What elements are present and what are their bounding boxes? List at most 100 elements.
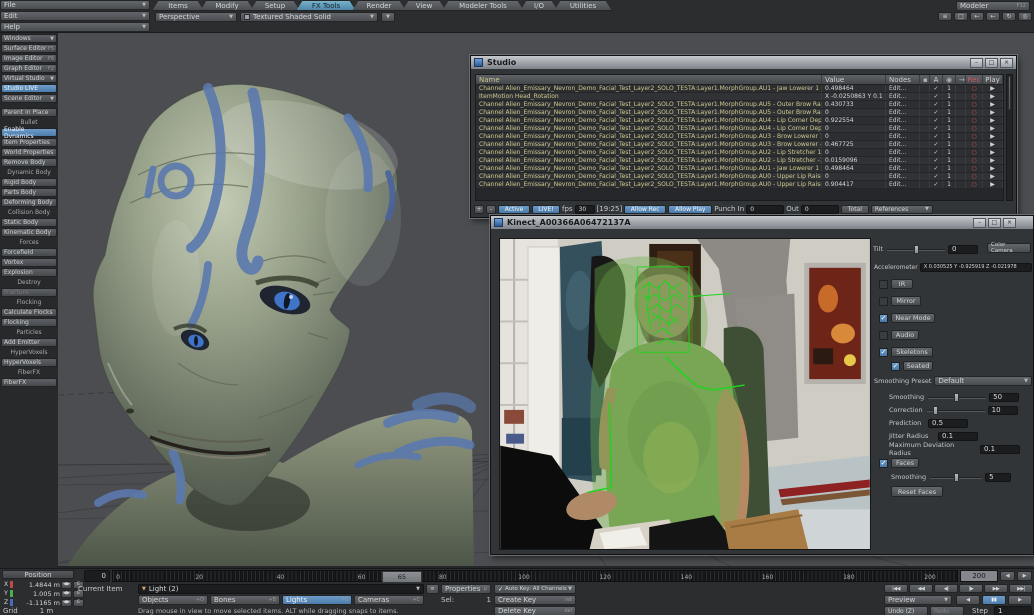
- sidebar-item-fiberfx[interactable]: FiberFX: [1, 378, 57, 387]
- play-toggle-icon[interactable]: ▶: [983, 165, 1003, 172]
- select-cameras-button[interactable]: Cameras+C: [354, 595, 424, 605]
- record-toggle-icon[interactable]: ○: [966, 85, 983, 92]
- tab-render[interactable]: Render: [352, 0, 406, 11]
- audio-checkbox[interactable]: [879, 331, 888, 340]
- goto-cell[interactable]: [956, 173, 966, 180]
- count-cell[interactable]: 1: [943, 181, 956, 188]
- tab-view[interactable]: View: [402, 0, 446, 11]
- goto-cell[interactable]: [956, 181, 966, 188]
- smoothing-value[interactable]: 50: [989, 393, 1019, 402]
- near-mode-toggle[interactable]: Near Mode: [891, 313, 935, 323]
- play-toggle-icon[interactable]: ▶: [983, 101, 1003, 108]
- channel-row[interactable]: Channel Alien_Emissary_Nevron_Demo_Facia…: [476, 117, 1003, 125]
- active-check-icon[interactable]: ✓: [930, 109, 943, 116]
- redo-arrow-icon[interactable]: ←: [986, 12, 1000, 21]
- channel-value[interactable]: 0: [822, 173, 886, 180]
- channel-value[interactable]: 0.430733: [822, 101, 886, 108]
- tilt-value[interactable]: 0: [948, 245, 978, 254]
- sidebar-item-image-editor[interactable]: Image EditorF6: [1, 54, 57, 63]
- count-cell[interactable]: 1: [943, 157, 956, 164]
- transport-button-5[interactable]: ▶▶|: [1009, 584, 1033, 593]
- count-cell[interactable]: 1: [943, 173, 956, 180]
- allow-play-toggle[interactable]: Allow Play: [668, 205, 712, 214]
- magnify-icon[interactable]: ◎: [1018, 12, 1032, 21]
- channel-row[interactable]: ItemMotion Head_RotationX -0.0250863 Y 0…: [476, 93, 1003, 101]
- scrollbar-thumb[interactable]: [1008, 76, 1011, 110]
- sidebar-item-calculate-flocks[interactable]: Calculate Flocks: [1, 308, 57, 317]
- axis-value[interactable]: 1.005 m: [14, 590, 60, 598]
- record-toggle-icon[interactable]: ○: [966, 133, 983, 140]
- channel-value[interactable]: 0: [822, 125, 886, 132]
- skeletons-toggle[interactable]: Skeletons: [891, 347, 933, 357]
- ir-checkbox[interactable]: [879, 280, 888, 289]
- sidebar-item-forcefield[interactable]: Forcefield: [1, 248, 57, 257]
- channel-value[interactable]: 0: [822, 149, 886, 156]
- axis-spinner[interactable]: ◀▶: [61, 599, 72, 607]
- sidebar-item-vortex[interactable]: Vortex: [1, 258, 57, 267]
- record-toggle-icon[interactable]: ○: [966, 165, 983, 172]
- smoothing-slider[interactable]: [928, 393, 986, 402]
- view-mode-dropdown[interactable]: Perspective▼: [155, 12, 237, 22]
- edit-menu[interactable]: Edit▼: [0, 11, 150, 21]
- play-toggle-icon[interactable]: ▶: [983, 85, 1003, 92]
- current-item-dropdown[interactable]: ▼ Light (2) ▼: [138, 584, 424, 594]
- channel-value[interactable]: 0.498464: [822, 165, 886, 172]
- sidebar-item-item-properties[interactable]: Item Properties: [1, 138, 57, 147]
- count-cell[interactable]: 1: [943, 109, 956, 116]
- column-header-value[interactable]: Value: [822, 75, 886, 84]
- pause-button[interactable]: ▮▮: [982, 595, 1006, 605]
- modeler-button[interactable]: Modeler F12: [956, 1, 1030, 11]
- help-menu[interactable]: Help▼: [0, 22, 150, 32]
- slider-handle[interactable]: [933, 406, 938, 415]
- record-toggle-icon[interactable]: ○: [966, 93, 983, 100]
- studio-titlebar[interactable]: Studio – □ ×: [471, 56, 1016, 69]
- count-cell[interactable]: 1: [943, 117, 956, 124]
- lock-cell[interactable]: [920, 93, 930, 100]
- position-mode-button[interactable]: Position: [2, 570, 74, 579]
- goto-cell[interactable]: [956, 157, 966, 164]
- count-cell[interactable]: 1: [943, 165, 956, 172]
- channel-row[interactable]: Channel Alien_Emissary_Nevron_Demo_Facia…: [476, 133, 1003, 141]
- undo-arrow-icon[interactable]: ←: [970, 12, 984, 21]
- tab-modeler-tools[interactable]: Modeler Tools: [442, 0, 524, 11]
- play-toggle-icon[interactable]: ▶: [983, 181, 1003, 188]
- nodes-edit-button[interactable]: Edit...: [886, 133, 920, 140]
- count-cell[interactable]: 1: [943, 133, 956, 140]
- punch-out-value[interactable]: 0: [801, 205, 839, 214]
- correction-slider[interactable]: [927, 406, 985, 415]
- maximum-deviation-radius-value[interactable]: 0.1: [980, 445, 1020, 454]
- active-check-icon[interactable]: ✓: [930, 149, 943, 156]
- channel-value[interactable]: 0.0159096: [822, 157, 886, 164]
- smoothing-preset-dropdown[interactable]: Default▼: [934, 376, 1032, 386]
- seated-toggle[interactable]: Seated: [903, 361, 933, 371]
- column-header-name[interactable]: Name: [476, 75, 822, 84]
- fps-value[interactable]: 30: [575, 205, 595, 214]
- axis-spinner[interactable]: ◀▶: [61, 590, 72, 598]
- count-cell[interactable]: 1: [943, 93, 956, 100]
- shading-mode-dropdown[interactable]: Textured Shaded Solid▼: [240, 12, 378, 22]
- reset-faces-button[interactable]: Reset Faces: [891, 486, 943, 497]
- active-check-icon[interactable]: ✓: [930, 173, 943, 180]
- axis-spinner[interactable]: ◀▶: [61, 581, 72, 589]
- goto-cell[interactable]: [956, 93, 966, 100]
- count-cell[interactable]: 1: [943, 101, 956, 108]
- sidebar-item-rigid-body[interactable]: Rigid Body: [1, 178, 57, 187]
- timeline-nudge-left-button[interactable]: ◀: [1000, 571, 1015, 581]
- channel-row[interactable]: Channel Alien_Emissary_Nevron_Demo_Facia…: [476, 85, 1003, 93]
- record-toggle-icon[interactable]: ○: [966, 109, 983, 116]
- lock-cell[interactable]: [920, 109, 930, 116]
- channel-row[interactable]: Channel Alien_Emissary_Nevron_Demo_Facia…: [476, 157, 1003, 165]
- file-menu[interactable]: File▼: [0, 0, 150, 10]
- allow-rec-toggle[interactable]: Allow Rec: [624, 205, 666, 214]
- nodes-edit-button[interactable]: Edit...: [886, 109, 920, 116]
- transport-button-3[interactable]: |▶: [959, 584, 983, 593]
- mirror-checkbox[interactable]: [879, 297, 888, 306]
- active-check-icon[interactable]: ✓: [930, 117, 943, 124]
- active-check-icon[interactable]: ✓: [930, 157, 943, 164]
- tab-i-o[interactable]: I/O: [520, 0, 558, 11]
- nodes-edit-button[interactable]: Edit...: [886, 173, 920, 180]
- live-toggle[interactable]: LIVE!: [532, 205, 560, 214]
- minimize-button[interactable]: –: [970, 58, 983, 68]
- add-channel-button[interactable]: +: [474, 205, 484, 214]
- active-check-icon[interactable]: ✓: [930, 133, 943, 140]
